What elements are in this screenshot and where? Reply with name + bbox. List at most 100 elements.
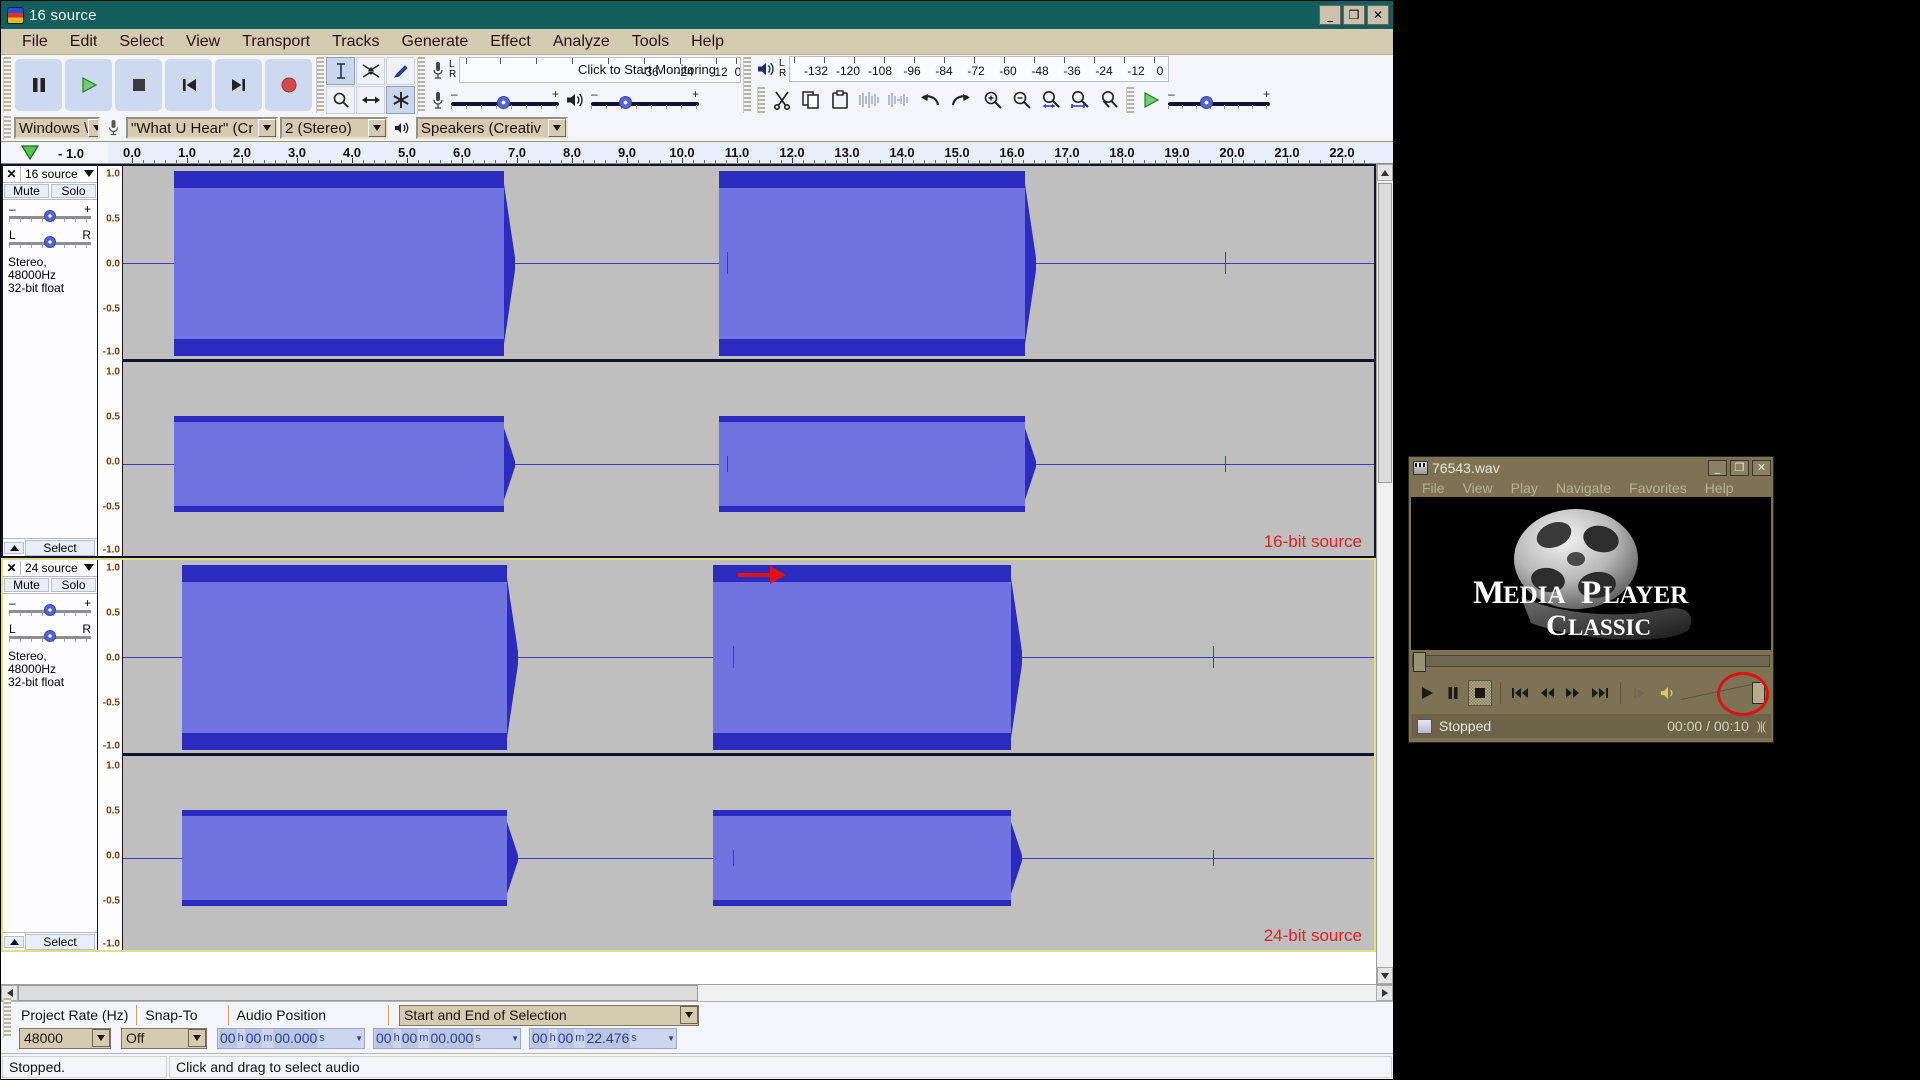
playback-meter-grip[interactable]: [743, 57, 751, 113]
mpc-volume-slider[interactable]: [1680, 672, 1769, 716]
playback-volume-slider[interactable]: – +: [589, 87, 701, 113]
track-name-2[interactable]: 24 source: [21, 561, 81, 575]
select-track-button-2[interactable]: Select: [25, 933, 95, 950]
vertical-scrollbar[interactable]: [1376, 164, 1393, 984]
gain-knob-2[interactable]: [44, 604, 56, 616]
chevron-down-icon[interactable]: ▼: [667, 1034, 675, 1043]
chevron-down-icon[interactable]: [548, 119, 566, 137]
solo-button-2[interactable]: Solo: [51, 578, 96, 592]
selection-tool-button[interactable]: [326, 57, 355, 85]
multi-tool-button[interactable]: [386, 86, 415, 114]
track-24-source[interactable]: ✕ 24 source Mute Solo – + L R Stereo, 48…: [1, 558, 1376, 952]
play-speed-knob[interactable]: [1200, 96, 1213, 109]
mpc-close-button[interactable]: ✕: [1752, 459, 1771, 476]
maximize-button[interactable]: ❐: [1343, 5, 1365, 25]
zoom-toggle-button[interactable]: [1095, 86, 1123, 114]
menu-effect[interactable]: Effect: [479, 31, 542, 53]
select-track-button-1[interactable]: Select: [25, 539, 95, 556]
scroll-down-button[interactable]: [1377, 967, 1393, 984]
close-track-button-1[interactable]: ✕: [3, 167, 21, 181]
recording-meter[interactable]: Click to Start Monitoring -36 -24 -12 0: [459, 57, 741, 83]
menu-transport[interactable]: Transport: [231, 31, 321, 53]
horizontal-scrollbar[interactable]: [1, 984, 1393, 1001]
menu-tools[interactable]: Tools: [621, 31, 680, 53]
chevron-down-icon[interactable]: [81, 169, 97, 179]
scroll-up-button[interactable]: [1377, 164, 1393, 181]
audio-position-field[interactable]: 00 h 00 m 00.000 s ▼: [217, 1027, 365, 1049]
device-toolbar-grip[interactable]: [3, 116, 11, 140]
gain-knob-1[interactable]: [44, 210, 56, 222]
tools-toolbar-grip[interactable]: [316, 57, 324, 113]
vertical-scroll-thumb[interactable]: [1378, 183, 1392, 483]
timeline-ruler[interactable]: - 1.0 0.0 1.0 2.0 3.0 4.0 5.0 6.0 7.0 8.0 9.0 10.0…: [1, 142, 1393, 164]
meter-toolbar-grip[interactable]: [417, 57, 425, 113]
close-track-button-2[interactable]: ✕: [3, 561, 21, 575]
mpc-menu-navigate[interactable]: Navigate: [1547, 480, 1620, 496]
snap-to-combo[interactable]: Off: [121, 1027, 207, 1049]
close-button[interactable]: ✕: [1367, 5, 1389, 25]
horizontal-scroll-thumb[interactable]: [18, 985, 698, 1001]
menu-file[interactable]: File: [11, 31, 59, 53]
mpc-step-back-button[interactable]: [1535, 680, 1559, 706]
menu-help[interactable]: Help: [680, 31, 735, 53]
playback-meter[interactable]: -132 -120 -108 -96 -84 -72 -60 -48 -36 -…: [789, 56, 1169, 82]
play-at-speed-button[interactable]: [1137, 86, 1165, 114]
stop-button[interactable]: [115, 59, 162, 111]
mpc-menu-view[interactable]: View: [1454, 480, 1502, 496]
pan-knob-1[interactable]: [44, 236, 56, 248]
chevron-down-icon[interactable]: ▼: [355, 1034, 363, 1043]
mpc-menu-play[interactable]: Play: [1502, 480, 1547, 496]
gain-slider-2[interactable]: – +: [9, 596, 91, 620]
mpc-stop-button[interactable]: [1468, 680, 1492, 706]
mpc-skip-forward-button[interactable]: [1588, 680, 1612, 706]
chevron-down-icon[interactable]: [188, 1029, 206, 1047]
track-control-panel-1[interactable]: ✕ 16 source Mute Solo – + L R Stereo, 48…: [3, 166, 98, 556]
zoom-out-button[interactable]: [1008, 86, 1036, 114]
mpc-maximize-button[interactable]: ❐: [1730, 459, 1749, 476]
audio-host-combo[interactable]: Windows \: [14, 117, 100, 139]
envelope-tool-button[interactable]: [356, 57, 385, 85]
mpc-seek-bar[interactable]: [1412, 652, 1770, 672]
collapse-track-button-2[interactable]: [4, 935, 24, 948]
pan-slider-2[interactable]: L R: [9, 622, 91, 646]
timeshift-tool-button[interactable]: [356, 86, 385, 114]
vertical-ruler-1[interactable]: 1.0 0.5 0.0 -0.5 -1.0 1.0 0.5 0.0 -0.5 -…: [98, 166, 123, 556]
fit-selection-button[interactable]: [1037, 86, 1065, 114]
mpc-mute-icon[interactable]: [1655, 680, 1681, 706]
mpc-minimize-button[interactable]: _: [1708, 459, 1727, 476]
selection-end-field[interactable]: 00 h 00 m 22.476 s ▼: [529, 1027, 677, 1049]
cut-button[interactable]: [768, 86, 796, 114]
play-button[interactable]: [65, 59, 112, 111]
mute-button-1[interactable]: Mute: [4, 184, 49, 198]
mpc-video-area[interactable]: M EDIA P LAYER C LASSIC: [1411, 497, 1771, 650]
menu-tracks[interactable]: Tracks: [321, 31, 390, 53]
menu-select[interactable]: Select: [108, 31, 174, 53]
mpc-pause-button[interactable]: [1442, 680, 1466, 706]
waveform-display-2[interactable]: 24-bit source: [123, 560, 1374, 950]
pause-button[interactable]: [15, 59, 62, 111]
redo-button[interactable]: [946, 86, 974, 114]
transport-toolbar-grip[interactable]: [3, 57, 11, 113]
vertical-ruler-2[interactable]: 1.0 0.5 0.0 -0.5 -1.0 1.0 0.5 0.0 -0.5 -…: [98, 560, 123, 950]
minimize-button[interactable]: _: [1319, 5, 1341, 25]
mpc-step-forward-button[interactable]: [1562, 680, 1586, 706]
menu-analyze[interactable]: Analyze: [542, 31, 621, 53]
mute-button-2[interactable]: Mute: [4, 578, 49, 592]
mpc-frame-step-button[interactable]: [1629, 680, 1653, 706]
skip-to-start-button[interactable]: [165, 59, 212, 111]
collapse-track-button-1[interactable]: [4, 541, 24, 554]
mpc-skip-back-button[interactable]: [1509, 680, 1533, 706]
gain-slider-1[interactable]: – +: [9, 202, 91, 226]
copy-button[interactable]: [797, 86, 825, 114]
zoom-in-button[interactable]: [979, 86, 1007, 114]
chevron-down-icon[interactable]: [92, 1029, 110, 1047]
scroll-right-button[interactable]: [1376, 985, 1393, 1001]
waveform-display-1[interactable]: 16-bit source: [123, 166, 1374, 556]
solo-button-1[interactable]: Solo: [51, 184, 96, 198]
project-rate-combo[interactable]: 48000: [19, 1027, 111, 1049]
selection-start-field[interactable]: 00 h 00 m 00.000 s ▼: [373, 1027, 521, 1049]
paste-button[interactable]: [826, 86, 854, 114]
menu-view[interactable]: View: [175, 31, 231, 53]
undo-button[interactable]: [917, 86, 945, 114]
chevron-down-icon[interactable]: [258, 119, 276, 137]
